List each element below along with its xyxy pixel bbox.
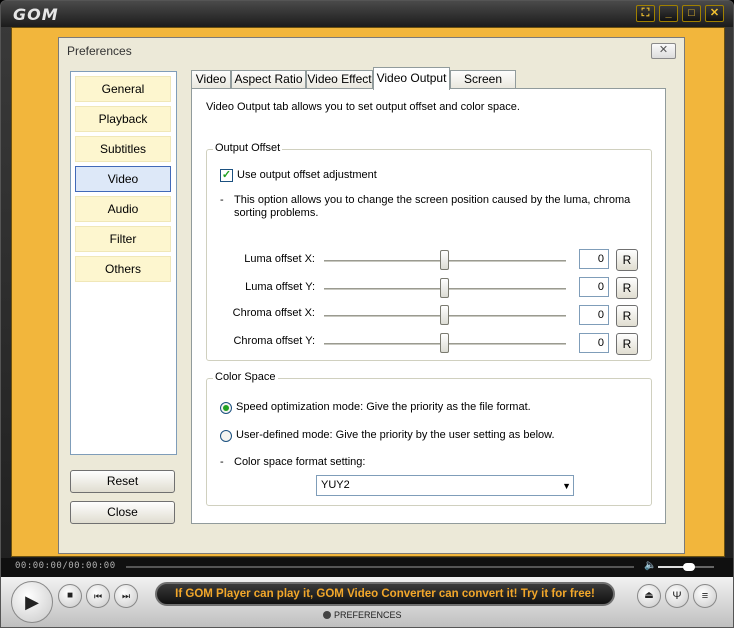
nav-item-playback[interactable]: Playback — [75, 106, 171, 132]
chroma-x-reset-button[interactable]: R — [616, 305, 638, 327]
close-button[interactable]: Close — [70, 501, 175, 524]
speed-mode-radio[interactable] — [220, 402, 232, 414]
chroma-y-thumb[interactable] — [440, 333, 449, 353]
format-dash: - — [220, 456, 224, 468]
minimize-icon[interactable]: _ — [659, 5, 678, 22]
volume-slider[interactable] — [658, 563, 714, 571]
control-bar: ▶ ■ ⏮ ⏭ If GOM Player can play it, GOM V… — [1, 577, 733, 627]
next-icon[interactable]: ⏭ — [114, 584, 138, 608]
user-mode-label[interactable]: User-defined mode: Give the priority by … — [236, 429, 555, 441]
close-icon[interactable]: ✕ — [705, 5, 724, 22]
tab-video-output[interactable]: Video Output — [373, 67, 450, 90]
video-output-panel: Video Output tab allows you to set outpu… — [191, 88, 666, 524]
equalizer-icon[interactable]: Ψ — [665, 584, 689, 608]
seek-slider[interactable] — [126, 566, 634, 568]
luma-x-value[interactable]: 0 — [579, 249, 609, 269]
gom-logo: GOM — [13, 5, 59, 24]
luma-x-thumb[interactable] — [440, 250, 449, 270]
color-format-value: YUY2 — [321, 479, 350, 491]
color-space-title: Color Space — [213, 371, 278, 383]
nav-item-audio[interactable]: Audio — [75, 196, 171, 222]
speed-mode-label[interactable]: Speed optimization mode: Give the priori… — [236, 401, 531, 413]
title-bar[interactable]: GOM ⛶ _ □ ✕ — [1, 1, 733, 27]
eject-icon[interactable]: ⏏ — [637, 584, 661, 608]
tab-screen-size[interactable]: Screen Size — [450, 70, 516, 103]
play-icon[interactable]: ▶ — [11, 581, 53, 623]
offset-note: This option allows you to change the scr… — [234, 194, 631, 219]
restore-icon[interactable]: ⛶ — [636, 5, 655, 22]
luma-x-label: Luma offset X: — [244, 253, 315, 265]
dialog-close-button[interactable]: ✕ — [651, 43, 676, 59]
maximize-icon[interactable]: □ — [682, 5, 701, 22]
intro-text: Video Output tab allows you to set outpu… — [206, 101, 520, 113]
playlist-icon[interactable]: ≡ — [693, 584, 717, 608]
luma-y-reset-button[interactable]: R — [616, 277, 638, 299]
stop-icon[interactable]: ■ — [58, 584, 82, 608]
nav-item-others[interactable]: Others — [75, 256, 171, 282]
chevron-down-icon: ▼ — [562, 481, 571, 491]
luma-y-thumb[interactable] — [440, 278, 449, 298]
luma-y-label: Luma offset Y: — [245, 281, 315, 293]
nav-item-general[interactable]: General — [75, 76, 171, 102]
luma-x-reset-button[interactable]: R — [616, 249, 638, 271]
offset-checkbox-label: Use output offset adjustment — [237, 169, 377, 181]
reset-button[interactable]: Reset — [70, 470, 175, 493]
preferences-nav: General Playback Subtitles Video Audio F… — [70, 71, 177, 455]
tab-video[interactable]: Video — [191, 70, 231, 89]
chroma-x-label: Chroma offset X: — [232, 307, 315, 319]
nav-item-filter[interactable]: Filter — [75, 226, 171, 252]
volume-thumb[interactable] — [682, 563, 695, 571]
format-label: Color space format setting: — [234, 456, 366, 468]
output-offset-group: Output Offset ✓ Use output offset adjust… — [206, 142, 652, 361]
dialog-title: Preferences — [67, 44, 132, 58]
chroma-y-label: Chroma offset Y: — [233, 335, 315, 347]
tab-aspect-ratio[interactable]: Aspect Ratio — [231, 70, 306, 89]
speaker-icon[interactable]: 🔈 — [644, 560, 656, 571]
ad-ticker-text[interactable]: If GOM Player can play it, GOM Video Con… — [157, 588, 613, 600]
luma-y-value[interactable]: 0 — [579, 277, 609, 297]
previous-icon[interactable]: ⏮ — [86, 584, 110, 608]
gom-player-window: GOM ⛶ _ □ ✕ Preferences ✕ General Playba… — [0, 0, 734, 628]
nav-item-subtitles[interactable]: Subtitles — [75, 136, 171, 162]
color-format-select[interactable]: YUY2 ▼ — [316, 475, 574, 496]
preferences-link[interactable]: PREFERENCES — [323, 610, 402, 620]
preferences-icon — [323, 611, 331, 619]
time-display: 00:00:00/00:00:00 — [15, 561, 116, 571]
video-stage: Preferences ✕ General Playback Subtitles… — [11, 27, 725, 557]
color-space-group: Color Space Speed optimization mode: Giv… — [206, 371, 652, 506]
preferences-label: PREFERENCES — [334, 610, 402, 620]
user-mode-radio[interactable] — [220, 430, 232, 442]
output-offset-title: Output Offset — [213, 142, 283, 154]
offset-checkbox[interactable]: ✓ — [220, 169, 233, 182]
chroma-y-value[interactable]: 0 — [579, 333, 609, 353]
chroma-y-reset-button[interactable]: R — [616, 333, 638, 355]
tab-video-effect[interactable]: Video Effect — [306, 70, 373, 89]
seek-bar: 00:00:00/00:00:00 🔈 — [1, 558, 733, 577]
chroma-x-value[interactable]: 0 — [579, 305, 609, 325]
note-dash: - — [220, 194, 224, 206]
ad-ticker[interactable]: If GOM Player can play it, GOM Video Con… — [155, 582, 615, 606]
chroma-x-thumb[interactable] — [440, 305, 449, 325]
preferences-dialog: Preferences ✕ General Playback Subtitles… — [58, 37, 685, 554]
nav-item-video[interactable]: Video — [75, 166, 171, 192]
